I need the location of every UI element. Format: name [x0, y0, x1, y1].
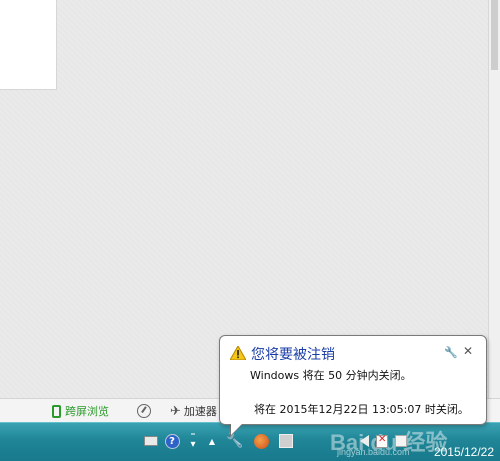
notification-detail: 将在 2015年12月22日 13:05:07 时关闭。	[254, 403, 469, 416]
split-screen-label: 跨屏浏览	[65, 405, 109, 418]
accelerator-label: 加速器	[183, 405, 217, 418]
app-tray-icon[interactable]	[253, 433, 269, 449]
keyboard-icon[interactable]	[143, 433, 159, 449]
help-icon[interactable]: ?	[164, 433, 180, 449]
taskbar: ? ⁼▾ ▲ 🔧 Bai du 经验 jingyan.baidu.com 201…	[0, 422, 500, 461]
page-panel	[0, 0, 57, 90]
input-method-icon[interactable]: ⁼ ▾	[185, 432, 201, 450]
gauge-icon	[137, 404, 151, 418]
notification-title: 您将要被注销	[251, 347, 335, 363]
accelerator-button[interactable]: ✈ 加速器	[170, 403, 217, 419]
rocket-icon: ✈	[170, 403, 181, 419]
vertical-scrollbar[interactable]	[488, 0, 500, 398]
app-tray-icon-2[interactable]	[278, 433, 294, 449]
close-icon[interactable]: ✕	[463, 344, 473, 358]
action-center-icon[interactable]	[393, 433, 409, 449]
network-disconnected-icon[interactable]	[374, 433, 390, 449]
notification-message: Windows 将在 50 分钟内关闭。	[250, 369, 412, 382]
warning-icon	[230, 346, 246, 360]
balloon-tail-inner	[231, 423, 243, 435]
phone-icon	[52, 404, 61, 418]
settings-icon[interactable]: 🔧	[444, 346, 458, 359]
speed-dial-button[interactable]	[137, 403, 151, 419]
scrollbar-thumb[interactable]	[491, 0, 498, 70]
split-screen-button[interactable]: 跨屏浏览	[52, 403, 109, 419]
speaker-icon[interactable]	[356, 433, 372, 449]
shutdown-notification-balloon[interactable]: 您将要被注销 🔧 ✕ Windows 将在 50 分钟内关闭。 将在 2015年…	[219, 335, 487, 425]
show-hidden-icons-icon[interactable]: ▲	[204, 433, 220, 449]
clock-date[interactable]: 2015/12/22	[434, 445, 494, 459]
